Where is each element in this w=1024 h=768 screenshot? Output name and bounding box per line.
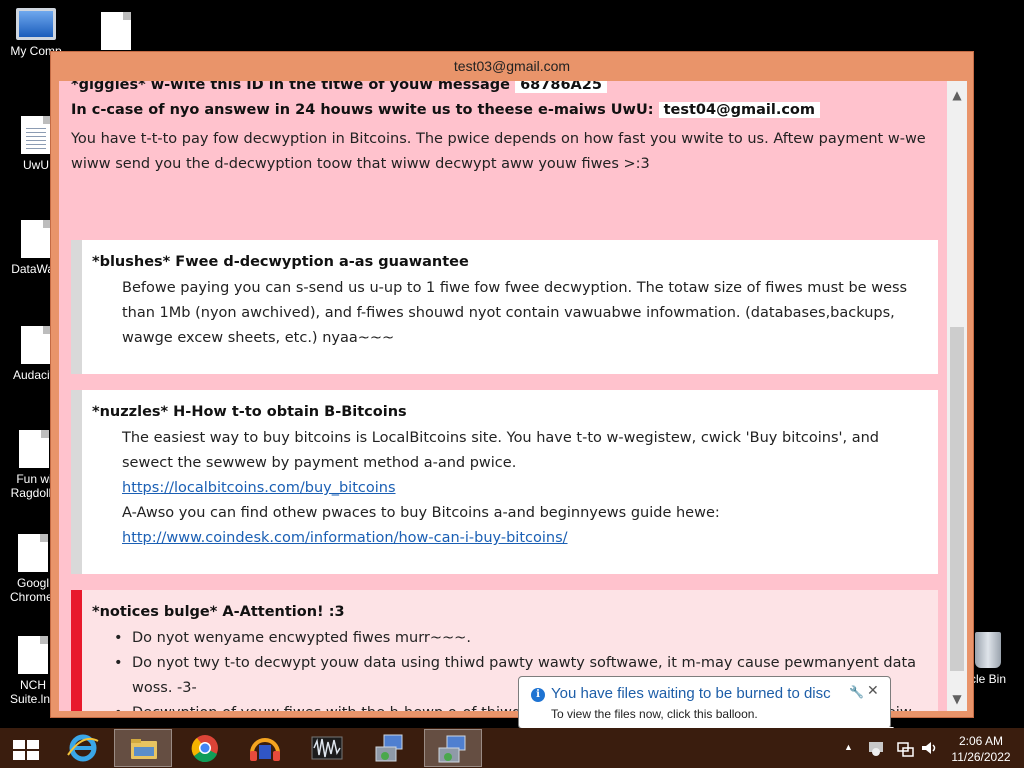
clock-date: 11/26/2022 bbox=[951, 750, 1011, 764]
computer-icon bbox=[16, 8, 56, 40]
section-body: The easiest way to buy bitcoins is Local… bbox=[122, 430, 880, 471]
balloon-body: To view the files now, click this balloo… bbox=[551, 707, 758, 721]
taskbar-chrome[interactable] bbox=[176, 729, 234, 767]
clock-time: 2:06 AM bbox=[958, 734, 1004, 748]
close-icon[interactable]: ✕ bbox=[867, 683, 879, 699]
window-title: test03@gmail.com bbox=[453, 58, 571, 74]
list-item: Do nyot wenyame encwypted fiwes murr~~~. bbox=[112, 626, 932, 651]
section-body: Befowe paying you can s-send us u-up to … bbox=[122, 280, 908, 346]
victim-id: 68786A25 bbox=[515, 81, 607, 93]
headphones-icon bbox=[250, 738, 280, 761]
taskbar-internet-explorer[interactable] bbox=[54, 729, 112, 767]
internet-explorer-icon bbox=[67, 734, 99, 762]
show-hidden-icons-chevron-icon[interactable]: ▲ bbox=[844, 742, 853, 768]
contact-instruction: In c-case of nyo answew in 24 houws wwit… bbox=[71, 102, 820, 118]
section-body: A-Awso you can find othew pwaces to buy … bbox=[122, 505, 720, 521]
section-title: *nuzzles* H-How t-to obtain B-Bitcoins bbox=[92, 404, 407, 420]
info-icon: i bbox=[531, 688, 545, 702]
windows-logo-icon bbox=[13, 740, 39, 760]
volume-icon[interactable] bbox=[920, 739, 940, 768]
file-icon bbox=[19, 430, 49, 468]
section-title: *notices bulge* A-Attention! :3 bbox=[92, 604, 345, 620]
section-title: *blushes* Fwee d-decwyption a-as guawant… bbox=[92, 254, 469, 270]
vertical-scrollbar[interactable]: ▲ ▼ bbox=[947, 81, 967, 711]
taskbar-audio-editor[interactable] bbox=[298, 729, 356, 767]
id-instruction: *giggles* w-wite this ID in the titwe of… bbox=[71, 81, 607, 93]
chrome-icon bbox=[191, 735, 218, 763]
taskbar-audacity[interactable] bbox=[236, 729, 294, 767]
desktop: My Comp UwU DataWag Audacity Fun wi Ragd… bbox=[0, 0, 1024, 768]
folder-icon bbox=[131, 739, 157, 759]
tray-burn-disc-icon[interactable] bbox=[866, 736, 886, 768]
scroll-up-arrow-icon[interactable]: ▲ bbox=[947, 85, 967, 105]
ransom-note-window: test03@gmail.com *giggles* w-wite this I… bbox=[50, 51, 974, 718]
clock[interactable]: 2:06 AM 11/26/2022 bbox=[948, 733, 1014, 768]
payment-paragraph: You have t-t-to pay fow decwyption in Bi… bbox=[71, 131, 926, 172]
balloon-title: You have files waiting to be burned to d… bbox=[551, 685, 831, 702]
file-icon bbox=[18, 534, 48, 572]
id-instruction-text: *giggles* w-wite this ID in the titwe of… bbox=[71, 81, 511, 93]
file-icon bbox=[21, 220, 51, 258]
start-button[interactable] bbox=[0, 729, 50, 767]
file-icon bbox=[18, 636, 48, 674]
taskbar: ▲ 2:06 AM 11/26/2022 bbox=[0, 728, 1024, 768]
settings-wrench-icon[interactable]: 🔧 bbox=[849, 685, 864, 699]
scroll-down-arrow-icon[interactable]: ▼ bbox=[947, 689, 967, 709]
free-decryption-section: *blushes* Fwee d-decwyption a-as guawant… bbox=[71, 240, 938, 374]
notification-balloon[interactable]: i You have files waiting to be burned to… bbox=[518, 676, 895, 742]
window-content: *giggles* w-wite this ID in the titwe of… bbox=[59, 81, 967, 711]
text-file-icon bbox=[21, 116, 51, 154]
localbitcoins-link[interactable]: https://localbitcoins.com/buy_bitcoins bbox=[122, 480, 396, 496]
desktop-icon-file[interactable] bbox=[84, 12, 148, 54]
installer-icon bbox=[375, 734, 403, 762]
recycle-bin-icon bbox=[975, 632, 1001, 668]
coindesk-link[interactable]: http://www.coindesk.com/information/how-… bbox=[122, 530, 568, 546]
scrollbar-thumb[interactable] bbox=[950, 327, 964, 671]
waveform-icon bbox=[311, 736, 343, 760]
network-icon[interactable] bbox=[896, 740, 916, 768]
taskbar-installer-2[interactable] bbox=[424, 729, 482, 767]
taskbar-installer-1[interactable] bbox=[362, 729, 420, 767]
file-icon bbox=[21, 326, 51, 364]
taskbar-file-explorer[interactable] bbox=[114, 729, 172, 767]
bitcoin-section: *nuzzles* H-How t-to obtain B-Bitcoins T… bbox=[71, 390, 938, 574]
contact-instruction-text: In c-case of nyo answew in 24 houws wwit… bbox=[71, 102, 654, 118]
installer-icon bbox=[438, 735, 466, 763]
file-icon bbox=[101, 12, 131, 50]
contact-email: test04@gmail.com bbox=[658, 102, 820, 118]
